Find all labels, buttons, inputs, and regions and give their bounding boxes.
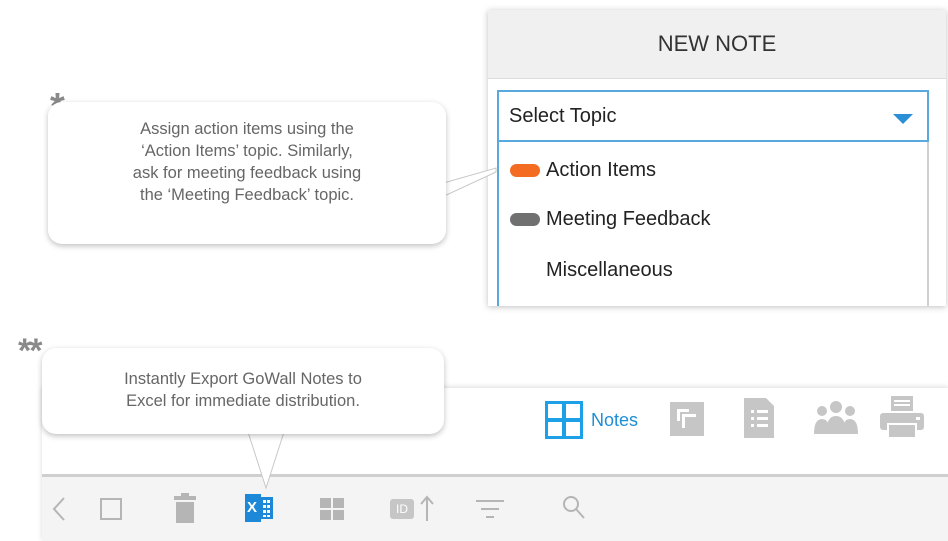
notes-view-button[interactable]: Notes	[545, 401, 638, 439]
stack-icon[interactable]	[670, 402, 704, 436]
callout-pointer	[247, 430, 285, 490]
people-icon[interactable]	[814, 400, 858, 436]
list-document-icon[interactable]	[744, 398, 774, 438]
callout-text-line: ‘Action Items’ topic. Similarly,	[141, 142, 353, 160]
callout-text-line: Instantly Export GoWall Notes to	[124, 370, 362, 388]
bottom-toolbar: X ID	[42, 477, 948, 541]
filter-icon[interactable]	[476, 499, 504, 519]
topic-dropdown-list: Action Items Meeting Feedback Miscellane…	[497, 142, 929, 306]
callout-text-line: the ‘Meeting Feedback’ topic.	[139, 186, 354, 204]
excel-letter: X	[247, 499, 258, 516]
sort-arrow-up-icon	[420, 495, 434, 521]
new-note-title: NEW NOTE	[488, 10, 946, 79]
topic-option-miscellaneous[interactable]: Miscellaneous	[546, 254, 673, 286]
export-tip-callout: Instantly Export GoWall Notes to Excel f…	[42, 348, 444, 434]
select-checkbox-icon[interactable]	[100, 498, 122, 520]
notes-grid-icon	[545, 401, 583, 439]
topic-option-label: Action Items	[546, 158, 657, 181]
gray-topic-swatch-icon	[510, 212, 540, 226]
topic-select[interactable]: Select Topic	[497, 90, 929, 142]
printer-icon[interactable]	[880, 396, 924, 438]
sort-id-button[interactable]: ID	[390, 495, 438, 523]
footnote-double-asterisk: **	[18, 332, 43, 370]
new-note-panel: NEW NOTE Select Topic Action Items Meeti…	[488, 10, 946, 306]
dropdown-caret-icon[interactable]	[893, 114, 913, 124]
id-badge: ID	[390, 499, 414, 519]
back-chevron-icon[interactable]	[52, 496, 66, 522]
topics-tip-callout: Assign action items using the ‘Action It…	[48, 102, 446, 244]
callout-text-line: Excel for immediate distribution.	[126, 392, 360, 410]
callout-text-line: ask for meeting feedback using	[132, 164, 362, 182]
topic-option-label: Meeting Feedback	[546, 207, 711, 230]
topic-option-action-items[interactable]: Action Items	[510, 154, 656, 186]
trash-icon[interactable]	[174, 493, 196, 523]
topic-option-meeting-feedback[interactable]: Meeting Feedback	[510, 203, 711, 235]
topic-select-value: Select Topic	[509, 104, 617, 127]
callout-text-line: Assign action items using the	[140, 120, 354, 138]
notes-view-label: Notes	[591, 409, 639, 430]
search-icon[interactable]	[562, 495, 586, 521]
callout-pointer	[439, 167, 497, 199]
orange-topic-swatch-icon	[510, 163, 540, 177]
topic-option-label: Miscellaneous	[546, 258, 673, 281]
grid-layout-icon[interactable]	[320, 498, 344, 520]
excel-export-button[interactable]: X	[245, 494, 273, 522]
